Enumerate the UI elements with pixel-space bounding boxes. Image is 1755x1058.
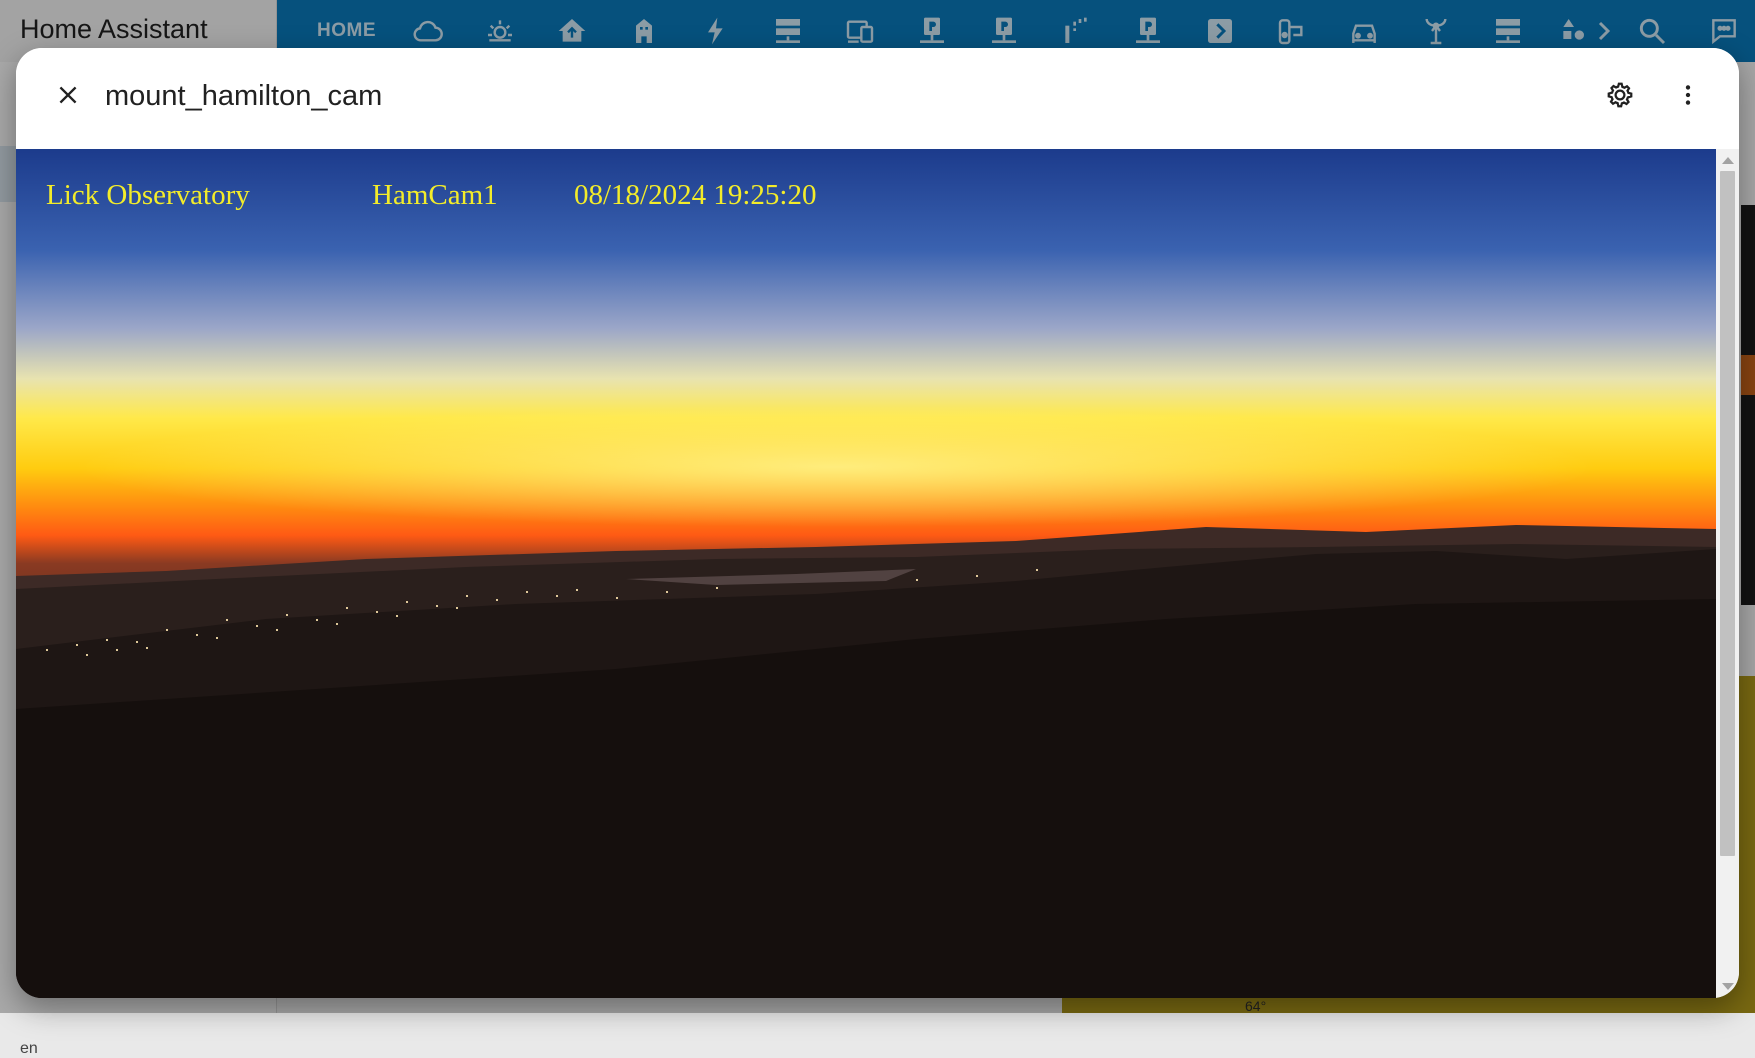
scrollbar-thumb[interactable] bbox=[1720, 171, 1735, 856]
scroll-down-arrow-icon[interactable] bbox=[1722, 983, 1734, 990]
close-icon bbox=[55, 82, 81, 113]
settings-button[interactable] bbox=[1596, 73, 1644, 121]
dialog-scrollbar[interactable] bbox=[1716, 149, 1739, 998]
sidebar-footer-text: en bbox=[20, 1040, 38, 1057]
more-info-dialog: mount_hamilton_cam Lick Observatory HamC… bbox=[16, 48, 1739, 998]
camera-overlay-timestamp: 08/18/2024 19:25:20 bbox=[574, 179, 817, 211]
camera-overlay-camera-id: HamCam1 bbox=[372, 179, 498, 211]
dialog-title: mount_hamilton_cam bbox=[105, 80, 383, 112]
camera-overlay-location: Lick Observatory bbox=[46, 179, 250, 211]
close-button[interactable] bbox=[44, 73, 92, 121]
camera-image bbox=[16, 149, 1716, 998]
camera-stream[interactable]: Lick Observatory HamCam1 08/18/2024 19:2… bbox=[16, 149, 1716, 998]
dialog-header: mount_hamilton_cam bbox=[16, 48, 1739, 149]
gear-icon bbox=[1605, 80, 1635, 115]
more-options-button[interactable] bbox=[1664, 73, 1712, 121]
scroll-up-arrow-icon[interactable] bbox=[1722, 157, 1734, 164]
dots-vertical-icon bbox=[1675, 82, 1701, 113]
